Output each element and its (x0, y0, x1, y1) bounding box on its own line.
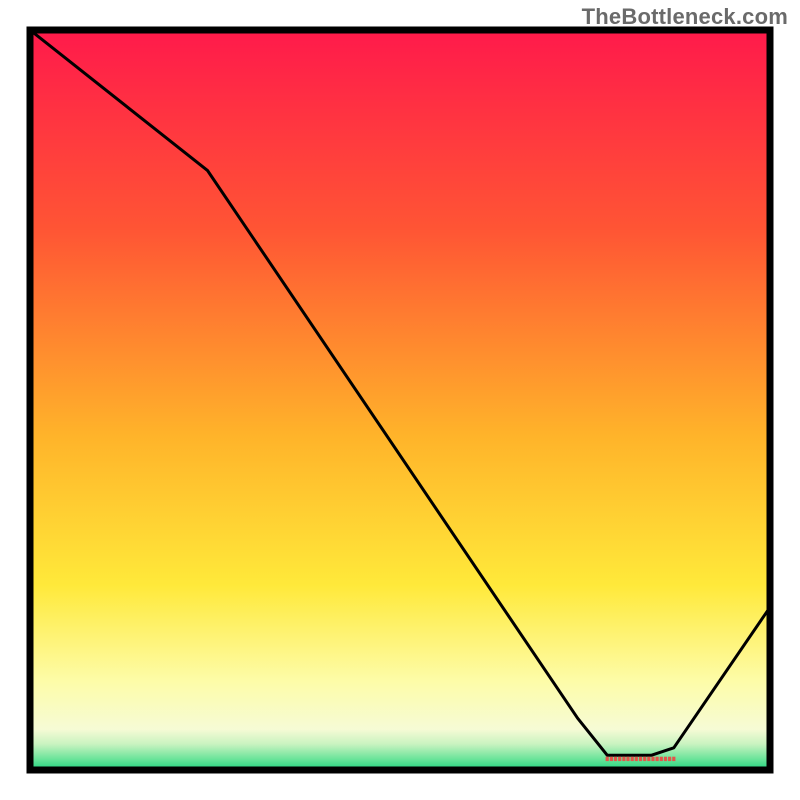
chart-svg (0, 0, 800, 800)
watermark-text: TheBottleneck.com (582, 4, 788, 30)
gradient-background (30, 30, 770, 770)
bottleneck-chart: TheBottleneck.com (0, 0, 800, 800)
optimal-marker (606, 757, 676, 761)
